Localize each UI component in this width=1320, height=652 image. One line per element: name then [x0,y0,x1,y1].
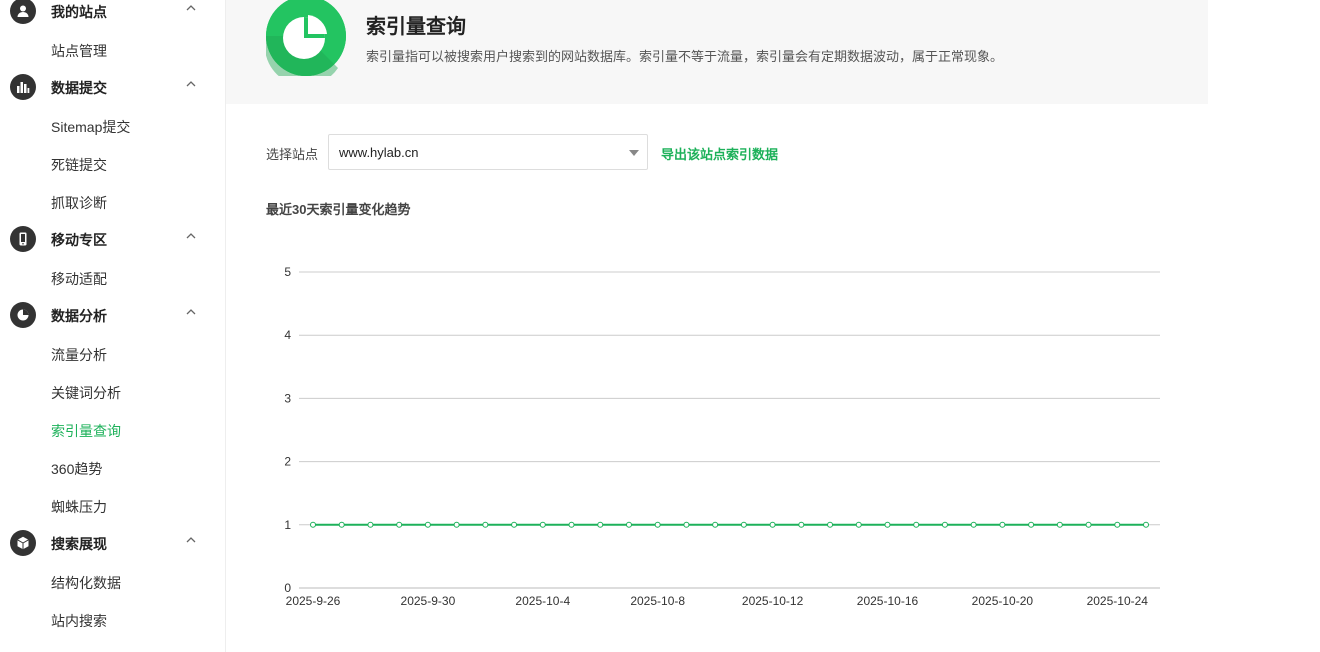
data-point[interactable] [482,521,489,528]
data-point[interactable] [712,521,719,528]
chart-series [310,521,1149,528]
data-point[interactable] [855,521,862,528]
data-point[interactable] [1143,521,1149,528]
x-tick-label: 2025-9-30 [401,594,456,608]
data-point[interactable] [683,521,690,528]
data-point[interactable] [798,521,805,528]
data-point[interactable] [769,521,776,528]
data-point[interactable] [941,521,948,528]
data-point[interactable] [913,521,920,528]
data-point[interactable] [539,521,546,528]
x-tick-label: 2025-10-12 [742,594,804,608]
data-point[interactable] [396,521,403,528]
data-point[interactable] [1114,521,1121,528]
data-point[interactable] [1056,521,1063,528]
data-point[interactable] [568,521,575,528]
y-tick-label: 5 [284,265,291,279]
chart-y-ticks: 0 1 2 3 4 5 [284,265,291,595]
data-point[interactable] [625,521,632,528]
data-point[interactable] [453,521,460,528]
x-tick-label: 2025-9-26 [286,594,341,608]
data-point[interactable] [884,521,891,528]
data-point[interactable] [970,521,977,528]
y-tick-label: 2 [284,455,291,469]
app-root: 我的站点 站点管理 数据提交 Sitemap提交 死链提交 抓取诊断 移动专区 … [0,0,1320,652]
data-point[interactable] [1085,521,1092,528]
x-tick-label: 2025-10-4 [515,594,570,608]
data-point[interactable] [1028,521,1035,528]
data-point[interactable] [740,521,747,528]
x-tick-label: 2025-10-16 [857,594,919,608]
data-point[interactable] [310,521,316,528]
chart-gridlines [299,271,1160,589]
x-tick-label: 2025-10-20 [972,594,1034,608]
data-point[interactable] [367,521,374,528]
y-tick-label: 3 [284,391,291,405]
y-tick-label: 1 [284,518,291,532]
data-point[interactable] [338,521,345,528]
chart-x-ticks: 2025-9-26 2025-9-30 2025-10-4 2025-10-8 2025… [286,594,1149,608]
x-tick-label: 2025-10-8 [630,594,685,608]
data-point[interactable] [597,521,604,528]
data-point[interactable] [999,521,1006,528]
y-tick-label: 4 [284,328,291,342]
data-point[interactable] [827,521,834,528]
data-point[interactable] [424,521,431,528]
data-point[interactable] [654,521,661,528]
index-trend-chart: 0 1 2 3 4 5 2025-9-26 2025-9-30 2025-10-4 2025-1… [284,265,1160,608]
x-tick-label: 2025-10-24 [1087,594,1149,608]
data-point[interactable] [511,521,518,528]
y-tick-label: 0 [284,581,291,595]
